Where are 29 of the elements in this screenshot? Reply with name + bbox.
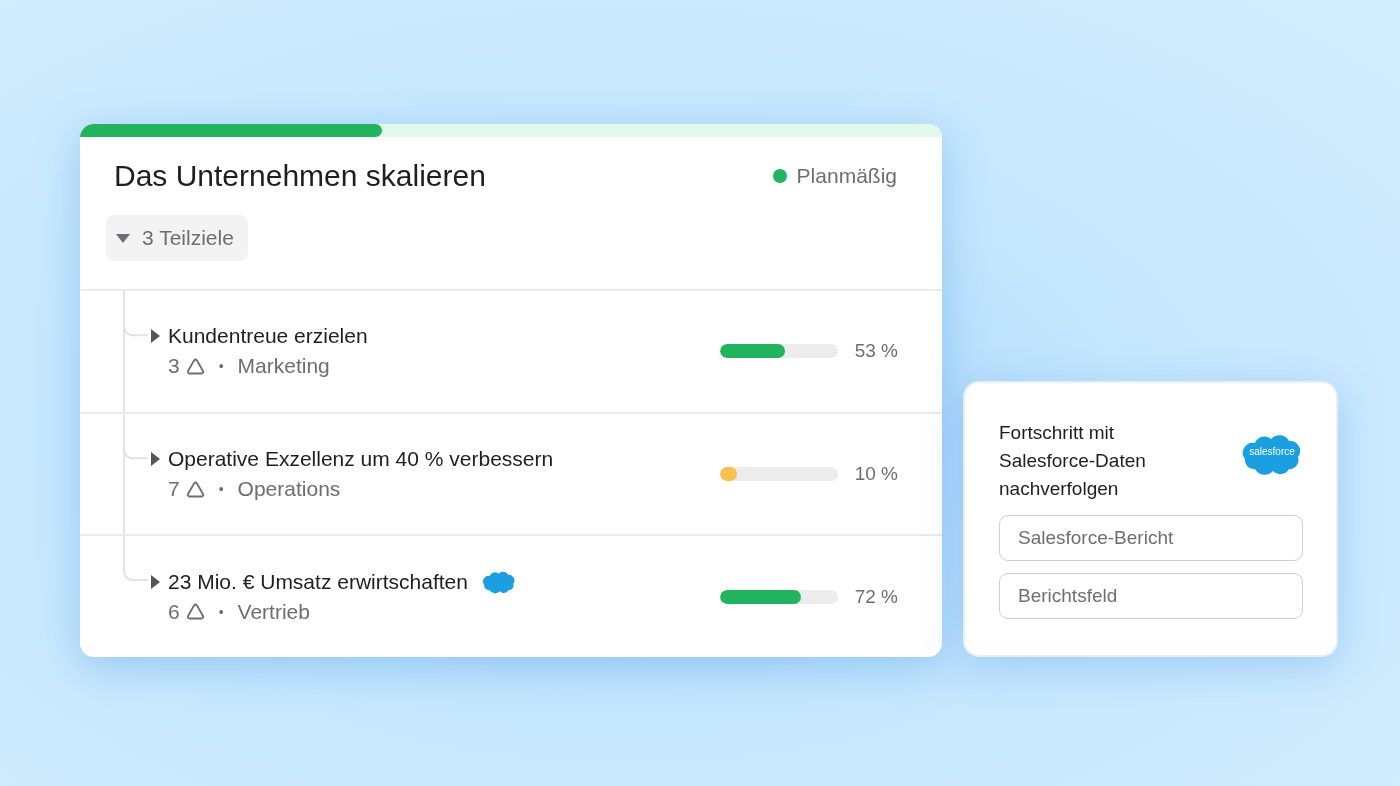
input-field[interactable]: Salesforce-Bericht <box>999 515 1303 561</box>
caret-icon[interactable] <box>151 329 160 344</box>
subgoal-count: 6 <box>168 599 180 624</box>
subgoal-title[interactable]: Kundentreue erzielen <box>168 324 368 349</box>
subgoals-toggle[interactable]: 3 Teilziele <box>106 215 248 261</box>
progress-percent: 53 % <box>853 340 898 363</box>
subgoal-count: 3 <box>168 354 180 379</box>
triangle-icon <box>185 357 205 375</box>
card-heading: Fortschritt mit Salesforce-Daten nachverfolgen <box>999 421 1147 501</box>
cloud-icon <box>481 569 516 594</box>
separator-dot: • <box>218 358 224 375</box>
subgoal-title[interactable]: Operative Exzellenz um 40 % verbessern <box>168 447 554 471</box>
triangle-icon <box>185 603 205 621</box>
input-field[interactable]: Berichtsfeld <box>999 573 1303 619</box>
caret-icon[interactable] <box>151 574 160 589</box>
separator-dot: • <box>218 603 224 620</box>
salesforce-logo: salesforce <box>1241 433 1303 475</box>
status-label: Planmäßig <box>796 164 897 188</box>
team-name: Marketing <box>237 354 330 379</box>
goal-title: Das Unternehmen skalieren <box>114 159 486 193</box>
caret-icon[interactable] <box>151 452 160 466</box>
team-name: Operations <box>237 477 341 501</box>
separator-dot: • <box>218 481 224 497</box>
subgoal-title[interactable]: 23 Mio. € Umsatz erwirtschaften <box>168 569 468 594</box>
team-name: Vertrieb <box>237 599 310 624</box>
triangle-icon <box>185 480 205 498</box>
subgoal-count: 7 <box>168 477 180 501</box>
progress-percent: 72 % <box>853 585 898 608</box>
progress-percent: 10 % <box>853 463 898 485</box>
